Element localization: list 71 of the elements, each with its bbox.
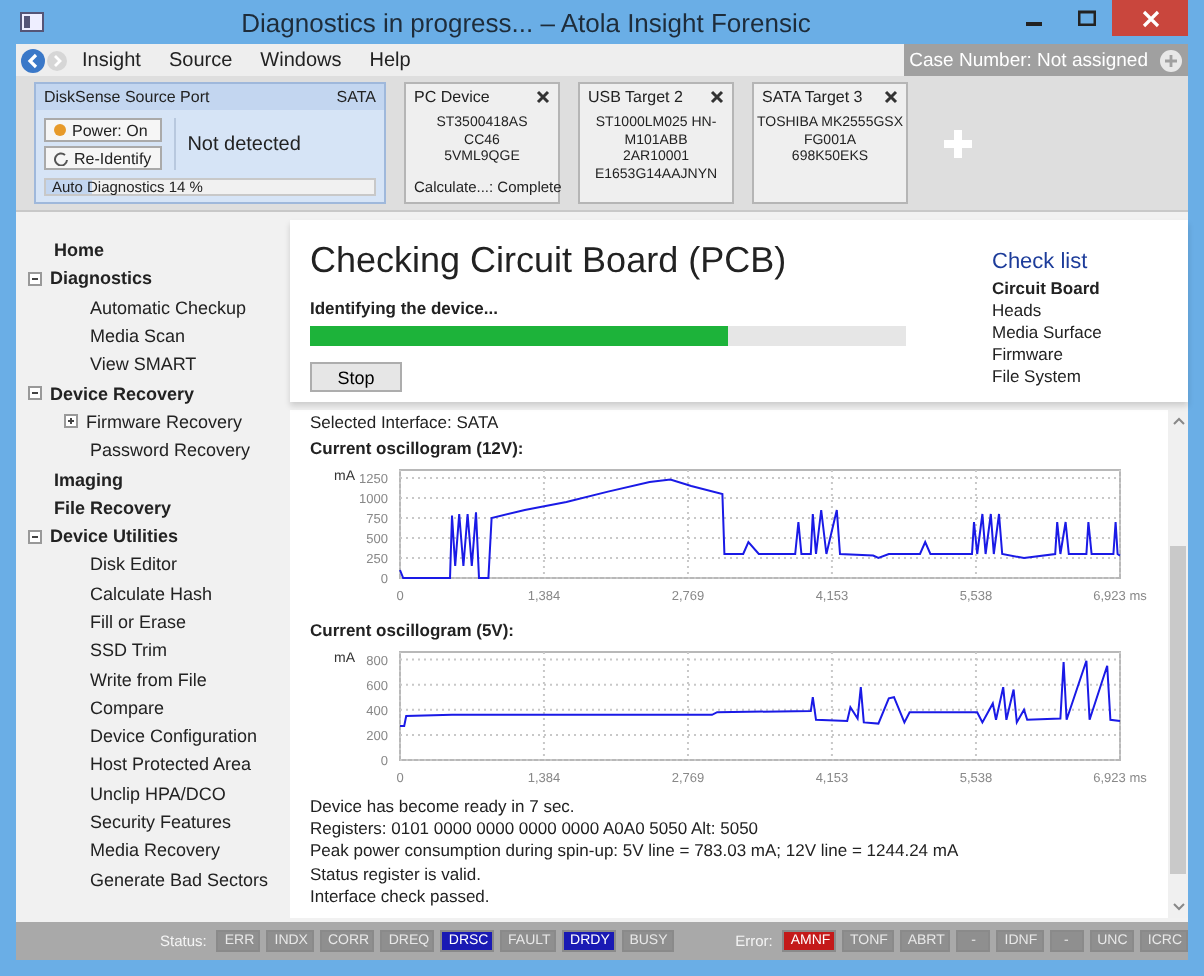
close-icon[interactable] [536, 90, 550, 104]
menu-item[interactable]: Help [369, 49, 411, 71]
checklist-item: Media Surface [992, 322, 1104, 344]
menu-item[interactable]: Windows [260, 49, 342, 71]
maximize-icon [1077, 10, 1095, 26]
refresh-icon [54, 151, 68, 165]
scroll-down-icon[interactable] [1171, 902, 1185, 912]
checklist-item: Circuit Board [992, 278, 1102, 300]
nav-item[interactable]: Automatic Checkup [90, 297, 247, 318]
nav-item[interactable]: Device Utilities [50, 526, 179, 547]
stop-button[interactable]: Stop [310, 362, 402, 392]
close-icon[interactable] [710, 90, 724, 104]
checklist-item: Heads [992, 300, 1044, 322]
nav-item[interactable]: Host Protected Area [90, 754, 252, 775]
scrollbar[interactable] [1168, 410, 1188, 918]
card-title: USB Target 2 [588, 88, 683, 106]
collapse-icon[interactable] [28, 386, 42, 401]
window-title: Diagnostics in progress... – Atola Insight Forensic [239, 7, 813, 37]
close-icon[interactable] [884, 90, 898, 104]
collapse-icon[interactable] [28, 271, 42, 286]
page-heading: Checking Circuit Board (PCB) [310, 240, 789, 282]
power-icon [54, 124, 66, 136]
nav-item[interactable]: Write from File [90, 669, 207, 690]
power-button[interactable]: Power: On [44, 118, 162, 142]
expand-icon[interactable] [64, 414, 78, 429]
menu-item[interactable]: Source [168, 49, 233, 71]
scroll-up-icon[interactable] [1171, 416, 1185, 426]
nav-item[interactable]: Firmware Recovery [86, 411, 243, 432]
log-line: Device has become ready in 7 sec. [310, 796, 577, 819]
card-title: DiskSense Source Port [44, 88, 210, 106]
nav-item[interactable]: Disk Editor [90, 554, 178, 575]
checklist-item: Firmware [992, 344, 1065, 366]
nav-item[interactable]: Security Features [90, 812, 232, 833]
collapse-icon[interactable] [28, 529, 42, 544]
log-line: Status register is valid. [310, 863, 484, 886]
nav-item[interactable]: Compare [90, 697, 165, 718]
nav-item[interactable]: File Recovery [54, 497, 172, 518]
nav-item[interactable]: Home [54, 240, 105, 261]
nav-item[interactable]: View SMART [90, 354, 197, 375]
nav-item[interactable]: Diagnostics [50, 268, 153, 289]
log-line: Registers: 0101 0000 0000 0000 0000 A0A0 5050 Alt: 5050 [310, 818, 761, 841]
menu-item[interactable]: Insight [82, 49, 141, 71]
step-label: Identifying the device... [310, 298, 500, 318]
nav-item[interactable]: Media Scan [90, 326, 186, 347]
card-title: PC Device [414, 88, 490, 106]
close-button[interactable] [1112, 0, 1188, 36]
nav-item[interactable]: Generate Bad Sectors [90, 869, 269, 890]
close-icon [1141, 9, 1159, 27]
nav-item[interactable]: Fill or Erase [90, 612, 187, 632]
log-line: Selected Interface: SATA [310, 412, 501, 432]
nav-item[interactable]: Calculate Hash [90, 583, 213, 604]
case-number: Case Number: Not assigned [909, 49, 1148, 71]
checklist-item: File System [992, 366, 1083, 388]
interface-label: SATA [336, 88, 376, 106]
log-line: Interface check passed. [310, 885, 492, 909]
nav-item[interactable]: Unclip HPA/DCO [90, 783, 226, 804]
log-line: Peak power consumption during spin-up: 5V line = 783.03 mA; 12V line = 1244.24 mA [310, 840, 961, 864]
nav-item[interactable]: SSD Trim [90, 640, 168, 661]
nav-item[interactable]: Media Recovery [90, 840, 221, 861]
device-status: Not detected [187, 133, 301, 155]
nav-item[interactable]: Device Recovery [50, 383, 195, 404]
chart-title: Current oscillogram (12V): [310, 438, 526, 460]
back-icon[interactable] [20, 47, 46, 73]
nav-item[interactable]: Imaging [54, 469, 124, 490]
app-icon [20, 12, 44, 32]
nav-item[interactable]: Password Recovery [90, 440, 251, 461]
reidentify-button[interactable]: Re-Identify [44, 146, 162, 170]
nav-item[interactable]: Device Configuration [90, 726, 258, 747]
card-title: SATA Target 3 [762, 88, 863, 106]
checklist-title: Check list [992, 250, 1090, 274]
chart-title: Current oscillogram (5V): [310, 620, 517, 642]
